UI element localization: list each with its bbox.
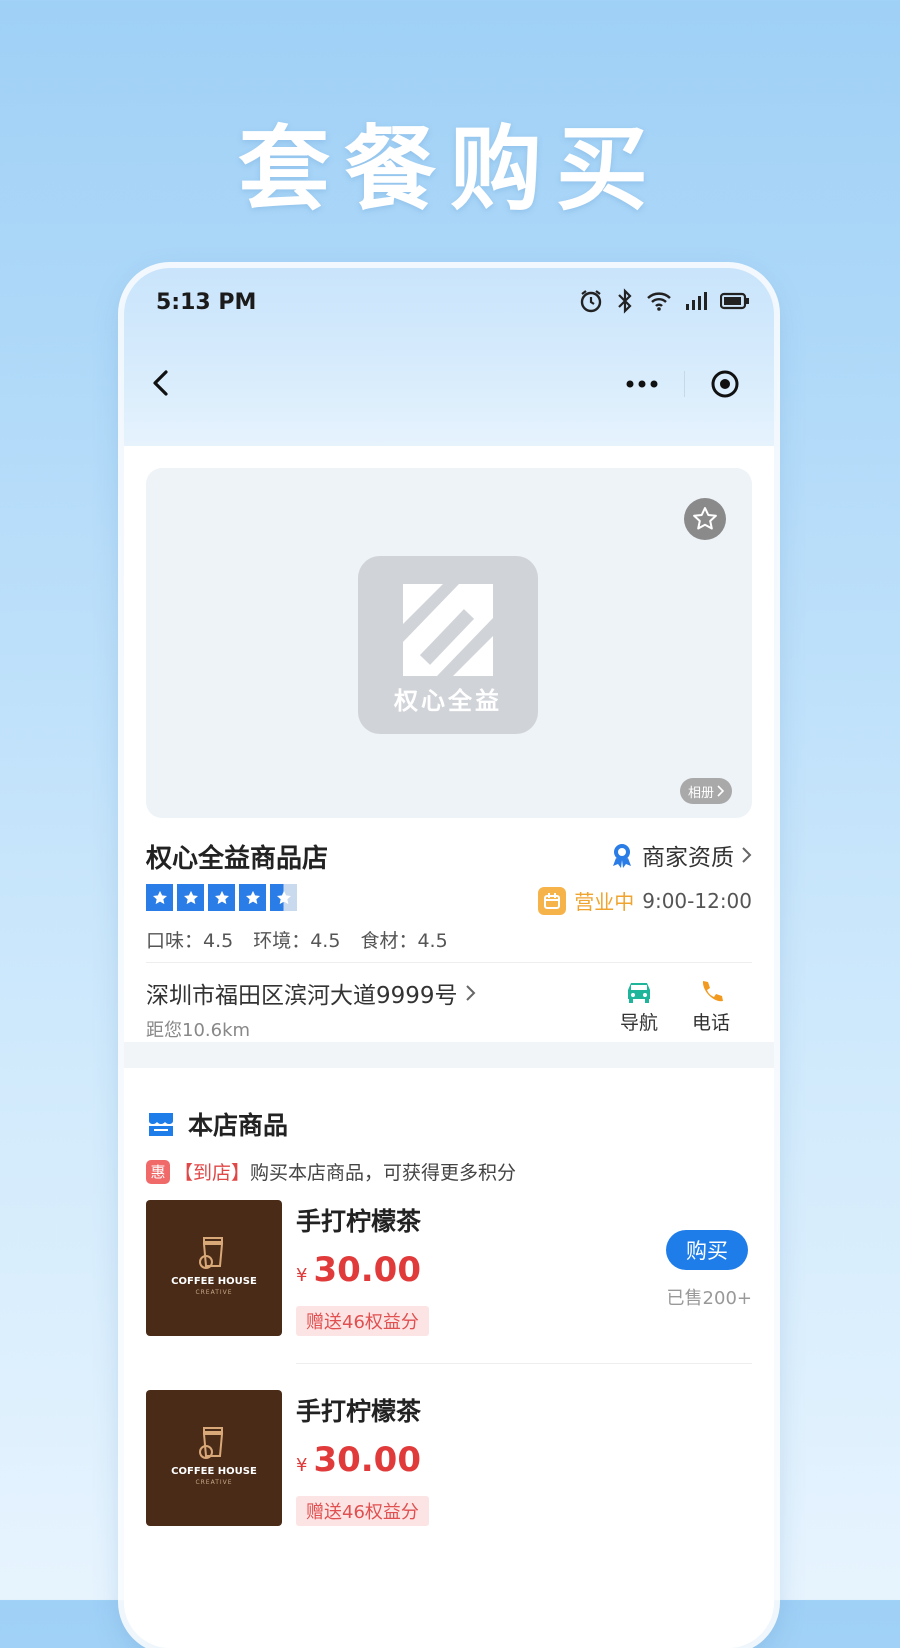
phone-icon — [702, 981, 723, 1002]
top-bar: 5:13 PM — [124, 268, 774, 446]
product-price: ¥ 30.00 — [296, 1440, 421, 1480]
qualification-icon — [613, 844, 631, 868]
bluetooth-icon — [618, 288, 632, 314]
rating-environment: 环境：4.5 — [253, 930, 341, 952]
promo-banner: 惠 【到店】 购买本店商品，可获得更多积分 — [146, 1158, 516, 1185]
battery-icon — [720, 292, 749, 310]
thumb-subtitle: CREATIVE — [195, 1479, 233, 1486]
points-gift-tag: 赠送46权益分 — [296, 1496, 429, 1526]
store-gallery[interactable]: 权心全益 相册 — [146, 468, 752, 818]
divider — [146, 962, 752, 963]
store-distance: 距您10.6km — [146, 1020, 251, 1041]
more-icon[interactable] — [624, 378, 660, 390]
merchant-qualification-link[interactable]: 商家资质 — [608, 838, 752, 872]
store-logo-text: 权心全益 — [394, 687, 502, 715]
chevron-right-icon — [717, 785, 724, 797]
product-name: 手打柠檬茶 — [296, 1397, 422, 1426]
promo-tag: 【到店】 — [174, 1162, 251, 1184]
sold-count: 已售200+ — [666, 1288, 752, 1309]
price-value: 30.00 — [313, 1440, 421, 1480]
qualification-label: 商家资质 — [642, 845, 734, 871]
open-status: 营业中 — [574, 890, 635, 914]
status-icons — [578, 288, 750, 314]
business-hours: 营业中 9:00-12:00 — [538, 886, 752, 915]
price-currency: ¥ — [296, 1265, 308, 1286]
navigate-button[interactable]: 导航 — [614, 976, 664, 1035]
status-time: 5:13 PM — [156, 290, 257, 315]
product-price: ¥ 30.00 — [296, 1250, 421, 1290]
section-title-label: 本店商品 — [188, 1111, 289, 1140]
product-card[interactable]: COFFEE HOUSE CREATIVE 手打柠檬茶 ¥ 30.00 赠送46… — [146, 1390, 752, 1540]
shop-icon — [149, 1113, 173, 1136]
back-icon[interactable] — [146, 368, 176, 398]
page-content: 权心全益 相册 权心全益商品店 商家资质 营业中 9:00-12:00 口味：4… — [124, 446, 774, 1648]
page-headline: 套餐购买 — [237, 116, 662, 223]
miniapp-capsule — [612, 360, 752, 408]
star-icon — [239, 884, 266, 911]
store-name: 权心全益商品店 — [146, 844, 329, 874]
product-thumbnail: COFFEE HOUSE CREATIVE — [146, 1200, 282, 1336]
section-title: 本店商品 — [146, 1106, 288, 1142]
phone-frame: 5:13 PM 权心全益 相册 权心全益商品店 商家资质 营业中 9:00-12… — [124, 268, 774, 1648]
promo-text: 购买本店商品，可获得更多积分 — [250, 1162, 517, 1184]
chevron-right-icon — [465, 985, 475, 1001]
rating-stars — [146, 884, 297, 911]
thumb-brand: COFFEE HOUSE — [171, 1276, 257, 1287]
promo-badge: 惠 — [146, 1159, 170, 1184]
favorite-star-icon — [693, 507, 717, 530]
album-button[interactable]: 相册 — [679, 778, 732, 804]
price-currency: ¥ — [296, 1455, 308, 1476]
album-label: 相册 — [687, 785, 714, 801]
buy-button[interactable]: 购买 — [666, 1230, 748, 1270]
product-thumbnail: COFFEE HOUSE CREATIVE — [146, 1390, 282, 1526]
call-button[interactable]: 电话 — [686, 976, 736, 1035]
store-address[interactable]: 深圳市福田区滨河大道9999号 — [146, 976, 476, 1010]
car-icon — [628, 983, 650, 1003]
store-logo: 权心全益 — [358, 556, 538, 734]
star-icon — [208, 884, 235, 911]
close-miniapp-icon[interactable] — [710, 369, 740, 399]
star-icon — [177, 884, 204, 911]
store-logo-mark — [403, 584, 493, 676]
capsule-divider — [684, 371, 686, 397]
price-value: 30.00 — [313, 1250, 421, 1290]
section-separator — [124, 1042, 774, 1068]
signal-icon — [686, 292, 707, 310]
thumb-subtitle: CREATIVE — [195, 1289, 233, 1296]
coffee-cup-icon — [199, 1427, 224, 1459]
favorite-button[interactable] — [684, 498, 726, 540]
navigate-label: 导航 — [619, 1012, 658, 1034]
half-star-icon — [270, 884, 297, 911]
chevron-right-icon — [742, 847, 752, 863]
address-text: 深圳市福田区滨河大道9999号 — [146, 983, 458, 1009]
sub-ratings: 口味：4.5 环境：4.5 食材：4.5 — [146, 926, 448, 953]
product-card[interactable]: COFFEE HOUSE CREATIVE 手打柠檬茶 ¥ 30.00 赠送46… — [146, 1200, 752, 1364]
open-status-icon — [538, 886, 567, 915]
rating-taste: 口味：4.5 — [146, 930, 234, 952]
hours-value: 9:00-12:00 — [642, 888, 752, 913]
points-gift-tag: 赠送46权益分 — [296, 1306, 429, 1336]
alarm-icon — [580, 290, 602, 313]
call-label: 电话 — [691, 1012, 730, 1034]
thumb-brand: COFFEE HOUSE — [171, 1466, 257, 1477]
rating-ingredients: 食材：4.5 — [360, 930, 448, 952]
product-name: 手打柠檬茶 — [296, 1207, 422, 1236]
wifi-icon — [647, 292, 671, 311]
star-icon — [146, 884, 173, 911]
divider — [296, 1363, 752, 1364]
coffee-cup-icon — [199, 1237, 224, 1269]
